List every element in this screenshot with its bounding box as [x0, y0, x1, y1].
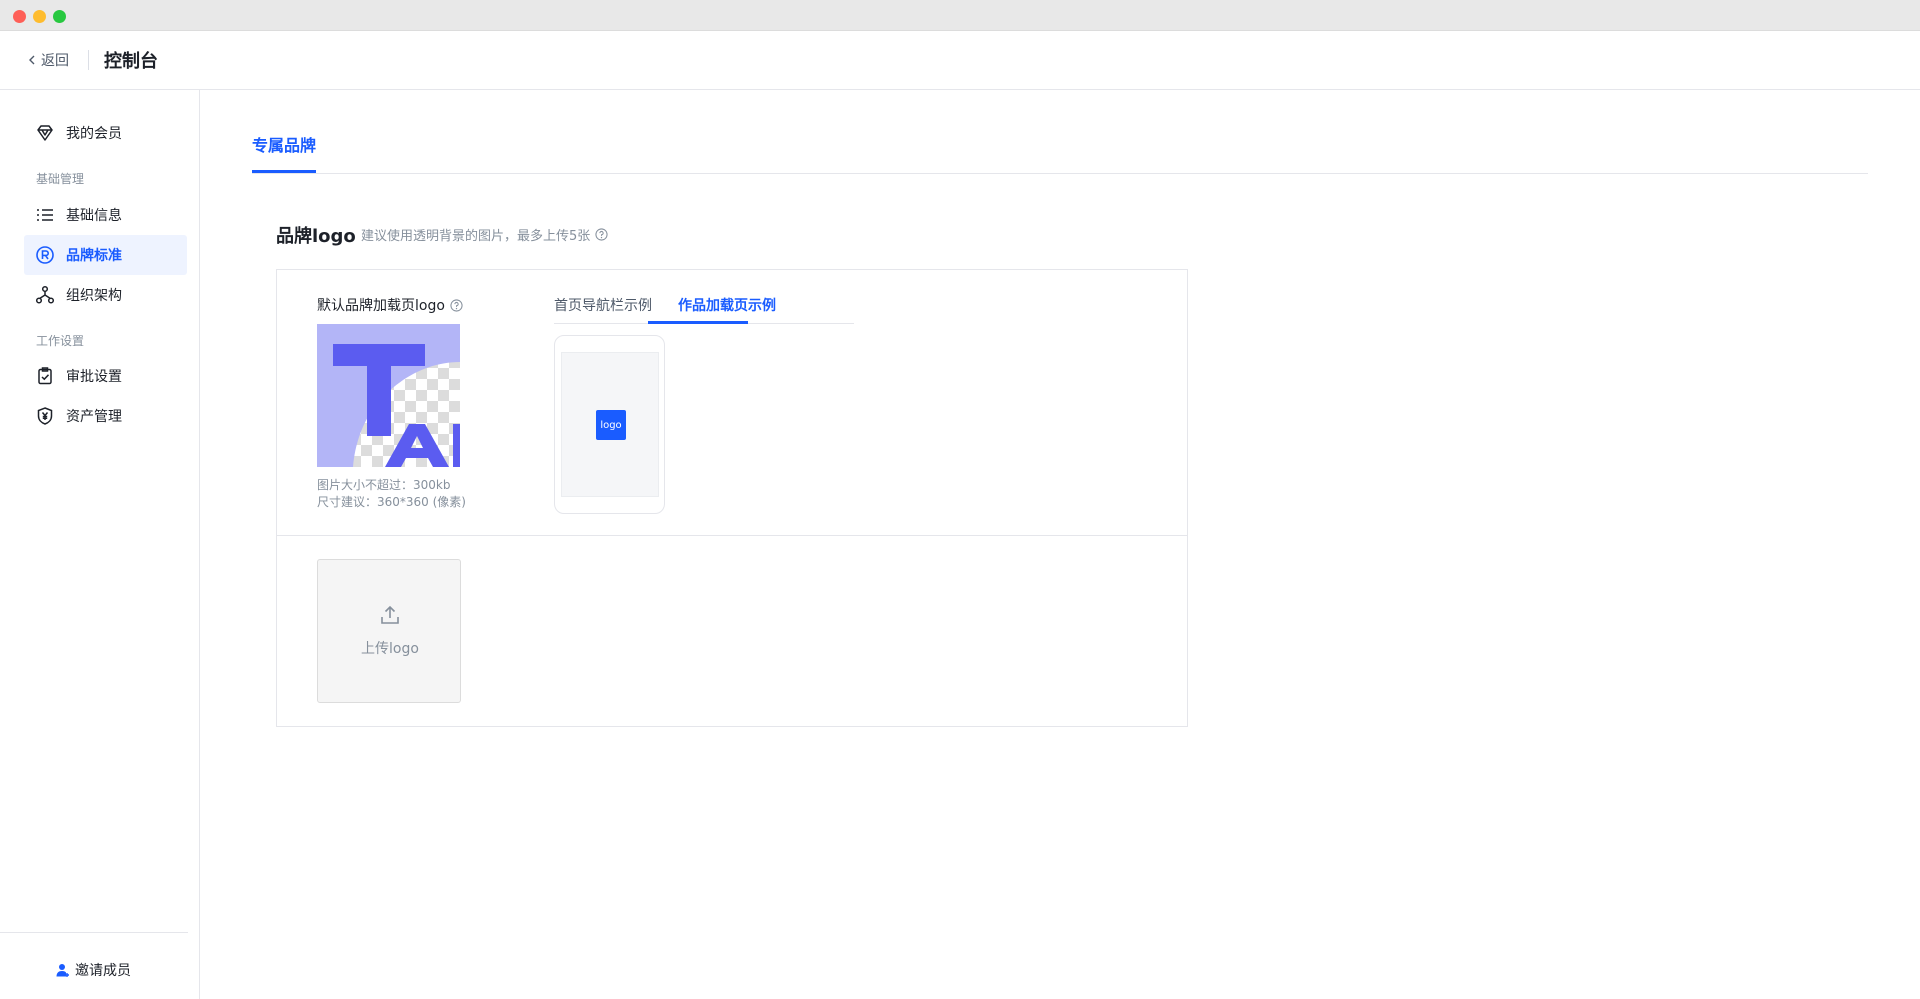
- upload-logo-label: 上传logo: [361, 641, 419, 657]
- size-limit-text: 图片大小不超过：300kb: [317, 478, 451, 492]
- sidebar-item-label: 资产管理: [66, 409, 122, 425]
- page-title: 控制台: [104, 51, 158, 72]
- sidebar-group-work: 工作设置: [36, 334, 85, 348]
- sidebar-item-label: 基础信息: [66, 208, 122, 224]
- window-minimize-button[interactable]: [33, 10, 46, 23]
- default-logo-preview[interactable]: [317, 324, 460, 467]
- main-tabs: 专属品牌: [252, 90, 1868, 174]
- back-label: 返回: [41, 53, 69, 69]
- card-divider: [277, 535, 1187, 536]
- tab-work-loading-example[interactable]: 作品加载页示例: [678, 295, 776, 315]
- chevron-left-icon: [29, 55, 35, 65]
- size-suggest-text: 尺寸建议：360*360 (像素): [317, 495, 466, 509]
- phone-logo-placeholder: logo: [596, 410, 626, 440]
- invite-member-button[interactable]: 邀请成员: [55, 960, 131, 980]
- registered-icon: [36, 246, 54, 264]
- list-icon: [37, 209, 53, 221]
- tab-exclusive-brand[interactable]: 专属品牌: [252, 132, 317, 173]
- org-chart-icon: [35, 285, 55, 304]
- window-titlebar: [0, 0, 1920, 31]
- upload-icon: [381, 605, 399, 624]
- sidebar-item-org-structure[interactable]: 组织架构: [24, 275, 187, 315]
- sidebar-item-brand-standard[interactable]: 品牌标准: [24, 235, 187, 275]
- sidebar-item-basic-info[interactable]: 基础信息: [24, 195, 187, 235]
- diamond-icon: [37, 125, 53, 141]
- help-icon[interactable]: [450, 298, 463, 312]
- logo-size-note: 图片大小不超过：300kb 尺寸建议：360*360 (像素): [317, 477, 466, 511]
- sidebar-item-asset-management[interactable]: 资产管理: [24, 396, 187, 436]
- user-add-icon: [56, 964, 69, 977]
- sidebar-item-membership[interactable]: 我的会员: [24, 113, 187, 153]
- section-hint: 建议使用透明背景的图片，最多上传5张: [361, 225, 608, 244]
- section-hint-text: 建议使用透明背景的图片，最多上传5张: [361, 229, 591, 244]
- phone-screen: logo: [561, 352, 659, 497]
- default-logo-label-text: 默认品牌加载页logo: [317, 298, 445, 314]
- sidebar-item-label: 审批设置: [66, 369, 122, 385]
- help-icon[interactable]: [595, 228, 608, 241]
- default-logo-label: 默认品牌加载页logo: [317, 295, 463, 315]
- yen-shield-icon: [37, 407, 53, 425]
- sidebar-divider: [0, 932, 188, 933]
- brand-logo-card: 默认品牌加载页logo 图片大小不超过：300kb 尺寸建议：360*360 (…: [276, 269, 1188, 727]
- sidebar-item-label: 品牌标准: [66, 248, 122, 264]
- clipboard-check-icon: [38, 367, 52, 385]
- sidebar: 我的会员 基础管理 基础信息 品牌标准 组织架构 工作设置 审批设置 资产管理 …: [0, 90, 200, 999]
- app-header: 返回 控制台: [0, 31, 1920, 90]
- sidebar-item-label: 我的会员: [66, 126, 122, 142]
- upload-logo-button[interactable]: 上传logo: [317, 559, 461, 703]
- brand-logo-image: [317, 324, 460, 467]
- window-close-button[interactable]: [13, 10, 26, 23]
- phone-mockup: logo: [554, 335, 665, 514]
- window-maximize-button[interactable]: [53, 10, 66, 23]
- sidebar-item-label: 组织架构: [66, 288, 122, 304]
- tab-home-nav-example[interactable]: 首页导航栏示例: [554, 295, 652, 315]
- invite-label: 邀请成员: [75, 963, 131, 979]
- sidebar-item-approval-settings[interactable]: 审批设置: [24, 356, 187, 396]
- section-title: 品牌logo: [276, 226, 356, 247]
- header-divider: [88, 50, 89, 70]
- back-button[interactable]: 返回: [27, 50, 69, 70]
- sidebar-group-basic: 基础管理: [36, 172, 85, 186]
- example-tab-active-indicator: [648, 321, 748, 324]
